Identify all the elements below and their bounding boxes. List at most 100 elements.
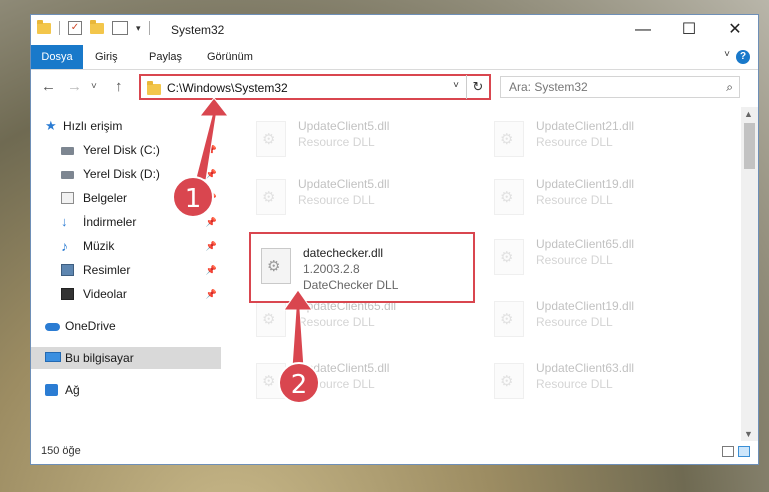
file-description: Resource DLL xyxy=(536,135,613,149)
sidebar-item-label: Hızlı erişim xyxy=(63,119,123,133)
address-dropdown-icon[interactable]: ˅ xyxy=(453,80,459,91)
scroll-up-icon[interactable]: ▲ xyxy=(744,109,753,119)
sidebar-item-label: Videolar xyxy=(83,287,127,301)
search-icon[interactable]: ⌕ xyxy=(726,80,733,95)
maximize-button[interactable]: ☐ xyxy=(666,15,712,45)
window-title: System32 xyxy=(171,23,225,37)
sidebar-item-quick-access[interactable]: ★ Hızlı erişim xyxy=(31,115,221,137)
pin-icon: 📌 xyxy=(205,217,217,227)
file-name: datechecker.dll xyxy=(303,246,384,260)
callout-badge-2: 2 xyxy=(278,362,320,404)
pin-icon: 📌 xyxy=(205,289,217,299)
tab-home[interactable]: Giriş xyxy=(95,45,118,69)
file-item[interactable]: ⚙ UpdateClient19.dll Resource DLL xyxy=(486,173,706,223)
file-item[interactable]: ⚙ UpdateClient5.dll Resource DLL xyxy=(248,173,468,223)
sidebar-item-label: Bu bilgisayar xyxy=(65,351,134,365)
file-description: Resource DLL xyxy=(298,135,375,149)
dll-file-icon: ⚙ xyxy=(494,301,524,337)
file-item[interactable]: ⚙ UpdateClient65.dll Resource DLL xyxy=(486,233,706,283)
sidebar-item-label: İndirmeler xyxy=(83,215,137,229)
tab-view[interactable]: Görünüm xyxy=(207,45,253,69)
tiles-view-icon[interactable] xyxy=(738,446,750,457)
title-bar: ✓ ▾ System32 — ☐ ✕ xyxy=(31,15,758,45)
properties-check-icon[interactable]: ✓ xyxy=(68,21,82,35)
sidebar-item-label: Müzik xyxy=(83,239,115,253)
sidebar-item-local-disk-c[interactable]: Yerel Disk (C:) 📌 xyxy=(31,139,221,161)
file-description: Resource DLL xyxy=(298,315,375,329)
this-pc-icon xyxy=(45,352,61,362)
dll-file-icon: ⚙ xyxy=(261,248,291,284)
file-item-datechecker[interactable]: ⚙ datechecker.dll 1.2003.2.8 DateChecker… xyxy=(253,242,473,292)
scroll-thumb[interactable] xyxy=(744,123,755,169)
file-description: Resource DLL xyxy=(536,193,613,207)
drive-icon xyxy=(61,171,74,179)
sidebar-item-this-pc[interactable]: Bu bilgisayar xyxy=(31,347,221,369)
refresh-icon[interactable]: ↻ xyxy=(466,75,489,99)
drive-icon xyxy=(61,147,74,155)
dll-file-icon: ⚙ xyxy=(494,363,524,399)
network-icon xyxy=(45,384,58,396)
sidebar-item-pictures[interactable]: Resimler 📌 xyxy=(31,259,221,281)
navigation-pane: ★ Hızlı erişim Yerel Disk (C:) 📌 Yerel D… xyxy=(31,107,224,441)
highlighted-file-item[interactable]: ⚙ datechecker.dll 1.2003.2.8 DateChecker… xyxy=(249,232,475,303)
file-description: Resource DLL xyxy=(536,377,613,391)
sidebar-item-label: Yerel Disk (D:) xyxy=(83,167,160,181)
videos-icon xyxy=(61,288,74,300)
pin-icon: 📌 xyxy=(205,265,217,275)
sidebar-item-label: Ağ xyxy=(65,383,80,397)
file-description: DateChecker DLL xyxy=(303,278,399,292)
minimize-button[interactable]: — xyxy=(620,15,666,45)
onedrive-icon xyxy=(45,323,60,331)
file-description: Resource DLL xyxy=(536,253,613,267)
tab-share[interactable]: Paylaş xyxy=(149,45,182,69)
recent-locations-icon[interactable]: ˅ xyxy=(91,81,97,92)
details-view-icon[interactable] xyxy=(722,446,734,457)
pictures-icon xyxy=(61,264,74,276)
file-name: UpdateClient19.dll xyxy=(536,177,635,191)
tab-file[interactable]: Dosya xyxy=(31,45,83,69)
dll-file-icon: ⚙ xyxy=(256,301,286,337)
file-item[interactable]: ⚙ UpdateClient63.dll Resource DLL xyxy=(486,357,706,407)
file-description: Resource DLL xyxy=(298,193,375,207)
file-item[interactable]: ⚙ UpdateClient19.dll Resource DLL xyxy=(486,295,706,345)
new-folder-icon[interactable] xyxy=(90,19,104,34)
download-icon: ↓ xyxy=(61,214,68,229)
close-button[interactable]: ✕ xyxy=(712,15,758,45)
callout-badge-1: 1 xyxy=(172,176,214,218)
forward-arrow-icon[interactable]: → xyxy=(67,78,82,95)
dll-file-icon: ⚙ xyxy=(494,121,524,157)
back-arrow-icon[interactable]: ← xyxy=(41,78,56,95)
rename-icon[interactable] xyxy=(112,21,128,35)
sidebar-item-onedrive[interactable]: OneDrive xyxy=(31,315,221,337)
up-arrow-icon[interactable]: ↑ xyxy=(115,78,123,95)
file-name: UpdateClient19.dll xyxy=(536,299,635,313)
collapse-ribbon-icon[interactable]: ˅ xyxy=(724,49,730,60)
file-item[interactable]: ⚙ UpdateClient21.dll Resource DLL xyxy=(486,115,706,165)
search-input[interactable]: Ara: System32 ⌕ xyxy=(500,76,740,98)
sidebar-item-network[interactable]: Ağ xyxy=(31,379,221,401)
file-name: UpdateClient21.dll xyxy=(536,119,635,133)
scroll-down-icon[interactable]: ▼ xyxy=(744,429,753,439)
dll-file-icon: ⚙ xyxy=(256,121,286,157)
dll-file-icon: ⚙ xyxy=(494,239,524,275)
quick-access-toolbar: ✓ ▾ xyxy=(37,19,150,35)
address-path[interactable]: C:\Windows\System32 xyxy=(167,81,288,95)
vertical-scrollbar[interactable]: ▲ ▼ xyxy=(741,107,758,441)
sidebar-item-music[interactable]: ♪ Müzik 📌 xyxy=(31,235,221,257)
file-name: UpdateClient63.dll xyxy=(536,361,635,375)
help-icon[interactable]: ? xyxy=(736,50,750,64)
item-count: 150 öğe xyxy=(41,445,81,457)
sidebar-item-videos[interactable]: Videolar 📌 xyxy=(31,283,221,305)
sidebar-item-label: OneDrive xyxy=(65,319,116,333)
divider xyxy=(59,21,60,35)
ribbon-tabs: Dosya Giriş Paylaş Görünüm ˅ ? xyxy=(31,45,758,70)
file-item[interactable]: ⚙ UpdateClient5.dll Resource DLL xyxy=(248,115,468,165)
documents-icon xyxy=(61,192,74,204)
sidebar-item-label: Belgeler xyxy=(83,191,128,205)
sidebar-item-label: Yerel Disk (C:) xyxy=(83,143,160,157)
address-bar[interactable]: C:\Windows\System32 ˅ ↻ xyxy=(139,74,491,100)
file-name: UpdateClient65.dll xyxy=(536,237,635,251)
file-name: UpdateClient5.dll xyxy=(298,119,390,133)
divider xyxy=(148,21,150,35)
customize-toolbar-dropdown-icon[interactable]: ▾ xyxy=(136,23,141,34)
